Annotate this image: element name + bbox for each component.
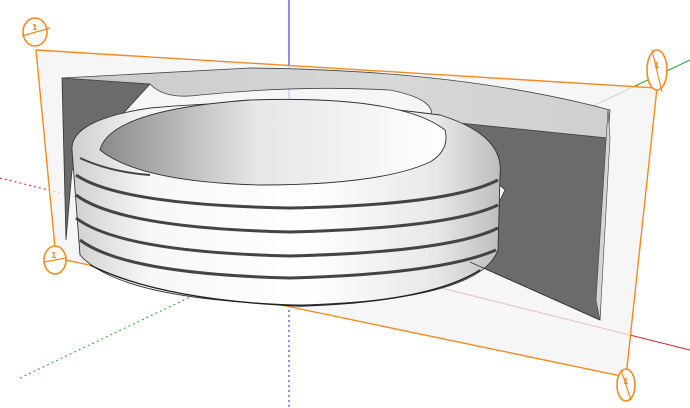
section-grip-left-mid[interactable]: 1 [43, 245, 67, 275]
threaded-ring [71, 98, 501, 307]
section-grip-bottom-right[interactable]: 1 [616, 368, 636, 402]
section-grip-right-top[interactable]: 1 [646, 49, 668, 93]
section-grip-top-left[interactable]: 1 [21, 17, 51, 47]
3d-viewport[interactable]: 1 1 1 1 [0, 0, 690, 408]
svg-text:1: 1 [51, 251, 57, 260]
svg-text:1: 1 [32, 23, 38, 32]
svg-text:1: 1 [654, 61, 660, 70]
svg-text:1: 1 [623, 377, 629, 386]
